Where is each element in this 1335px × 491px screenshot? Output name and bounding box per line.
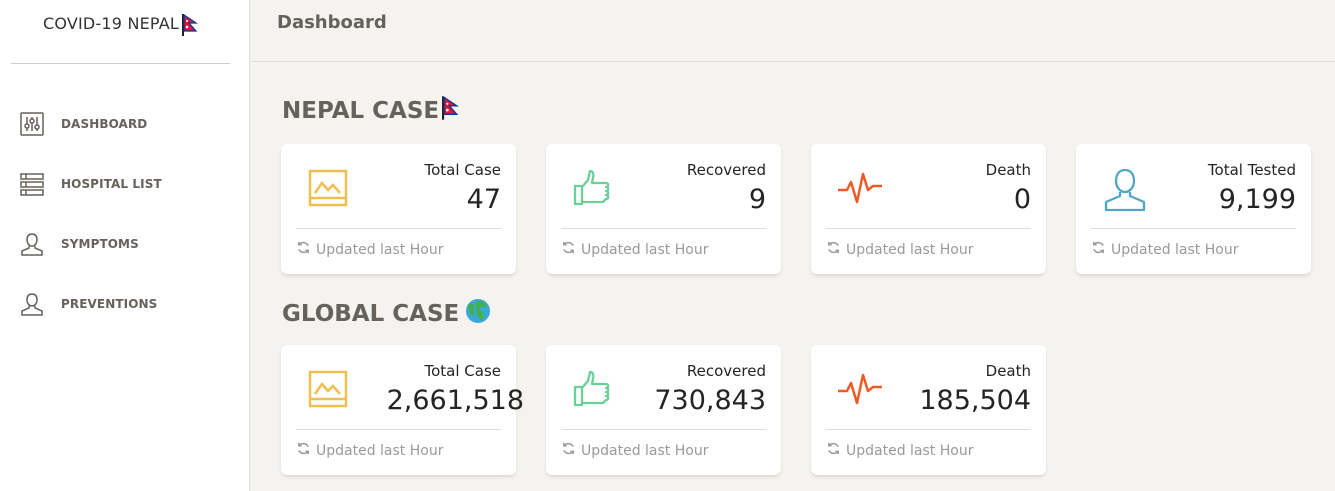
card-divider	[561, 429, 766, 430]
card-footer: Updated last Hour	[1091, 240, 1238, 259]
card-label: Recovered	[686, 362, 766, 380]
card-value: 0	[1013, 184, 1031, 215]
user-icon	[19, 292, 44, 317]
card-footer: Updated last Hour	[826, 441, 973, 460]
card-label: Total Case	[424, 362, 501, 380]
brand-title: COVID-19 NEPAL	[42, 14, 180, 33]
globe-icon	[465, 298, 491, 330]
global-cards: Total Case 2,661,518 Updated last Hour R…	[281, 345, 1046, 475]
card-footer-text: Updated last Hour	[1111, 241, 1239, 258]
stat-card-total-tested[interactable]: Total Tested 9,199 Updated last Hour	[1076, 144, 1311, 274]
refresh-icon	[561, 441, 576, 460]
card-label: Recovered	[686, 161, 766, 179]
card-footer: Updated last Hour	[561, 240, 708, 259]
sidebar-item-label: PREVENTIONS	[61, 297, 158, 311]
refresh-icon	[561, 240, 576, 259]
refresh-icon	[826, 240, 841, 259]
stat-card-total-case[interactable]: Total Case 47 Updated last Hour	[281, 144, 516, 274]
brand[interactable]: COVID-19 NEPAL	[11, 0, 230, 64]
stat-card-death[interactable]: Death 0 Updated last Hour	[811, 144, 1046, 274]
refresh-icon	[1091, 240, 1106, 259]
nepal-flag-icon	[182, 13, 199, 40]
sidebar-item-hospital-list[interactable]: HOSPITAL LIST	[0, 154, 249, 214]
sidebar-item-preventions[interactable]: PREVENTIONS	[0, 274, 249, 334]
card-divider	[296, 228, 501, 229]
card-divider	[826, 228, 1031, 229]
global-section-title: GLOBAL CASE	[282, 298, 491, 330]
thumbs-up-icon	[572, 369, 618, 415]
nepal-cards: Total Case 47 Updated last Hour Recovere…	[281, 144, 1311, 274]
card-footer: Updated last Hour	[826, 240, 973, 259]
card-footer-text: Updated last Hour	[581, 442, 709, 459]
sidebar-item-label: SYMPTOMS	[61, 237, 139, 251]
card-label: Death	[985, 362, 1031, 380]
sidebar-item-label: DASHBOARD	[61, 117, 148, 131]
card-value: 730,843	[654, 385, 766, 416]
sidebar-item-label: HOSPITAL LIST	[61, 177, 162, 191]
stat-card-death[interactable]: Death 185,504 Updated last Hour	[811, 345, 1046, 475]
chart-icon	[307, 369, 353, 415]
card-footer: Updated last Hour	[296, 441, 443, 460]
sidebar-item-dashboard[interactable]: DASHBOARD	[0, 94, 249, 154]
refresh-icon	[296, 441, 311, 460]
card-value: 9,199	[1218, 184, 1296, 215]
equalizer-icon	[19, 112, 44, 137]
card-value: 47	[466, 184, 501, 215]
card-footer-text: Updated last Hour	[846, 241, 974, 258]
section-title-text: NEPAL CASE	[282, 98, 440, 124]
stat-card-recovered[interactable]: Recovered 9 Updated last Hour	[546, 144, 781, 274]
section-title-text: GLOBAL CASE	[282, 301, 460, 327]
stat-card-recovered[interactable]: Recovered 730,843 Updated last Hour	[546, 345, 781, 475]
heartbeat-icon	[837, 369, 883, 415]
heartbeat-icon	[837, 168, 883, 214]
user-icon	[19, 232, 44, 257]
card-divider	[826, 429, 1031, 430]
card-value: 2,661,518	[386, 385, 524, 416]
nepal-flag-icon	[442, 96, 460, 126]
card-label: Total Case	[424, 161, 501, 179]
sidebar-item-symptoms[interactable]: SYMPTOMS	[0, 214, 249, 274]
list-icon	[19, 172, 44, 197]
refresh-icon	[826, 441, 841, 460]
sidebar: COVID-19 NEPAL DASHBOARD HOSPITAL LIST S…	[0, 0, 250, 491]
card-value: 185,504	[919, 385, 1031, 416]
card-footer-text: Updated last Hour	[846, 442, 974, 459]
card-label: Total Tested	[1207, 161, 1296, 179]
card-divider	[1091, 228, 1296, 229]
card-footer-text: Updated last Hour	[581, 241, 709, 258]
card-footer: Updated last Hour	[296, 240, 443, 259]
nepal-section-title: NEPAL CASE	[282, 96, 460, 126]
page-title: Dashboard	[277, 12, 387, 33]
card-footer: Updated last Hour	[561, 441, 708, 460]
stat-card-total-case[interactable]: Total Case 2,661,518 Updated last Hour	[281, 345, 524, 475]
thumbs-up-icon	[572, 168, 618, 214]
user-icon	[1102, 168, 1148, 214]
refresh-icon	[296, 240, 311, 259]
card-value: 9	[748, 184, 766, 215]
card-divider	[296, 429, 501, 430]
chart-icon	[307, 168, 353, 214]
card-label: Death	[985, 161, 1031, 179]
top-navbar: Dashboard	[251, 0, 1335, 62]
card-divider	[561, 228, 766, 229]
card-footer-text: Updated last Hour	[316, 442, 444, 459]
card-footer-text: Updated last Hour	[316, 241, 444, 258]
sidebar-nav: DASHBOARD HOSPITAL LIST SYMPTOMS PREVENT…	[0, 94, 249, 334]
